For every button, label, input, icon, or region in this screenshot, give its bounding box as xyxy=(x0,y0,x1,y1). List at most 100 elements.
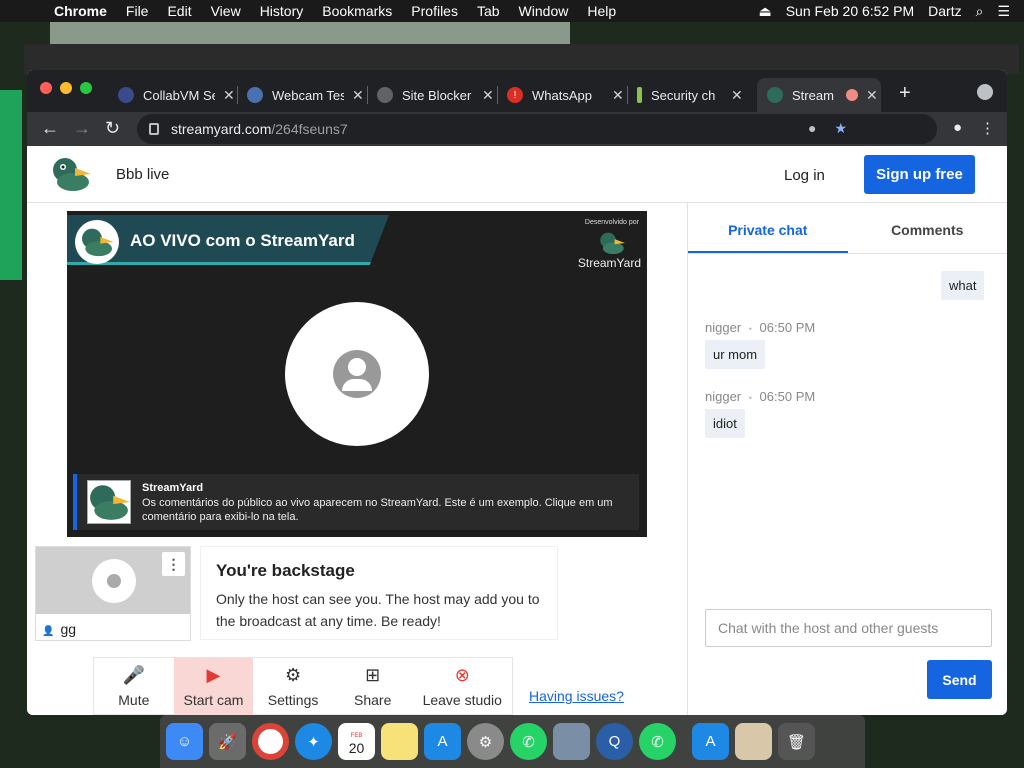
having-issues-link[interactable]: Having issues? xyxy=(529,688,624,704)
menu-profiles[interactable]: Profiles xyxy=(411,3,458,19)
profile-icon[interactable]: ● xyxy=(953,119,962,137)
menu-tab[interactable]: Tab xyxy=(477,3,500,19)
back-arrow-icon[interactable]: ← xyxy=(41,118,59,139)
minimize-window-button[interactable] xyxy=(60,82,72,94)
chrome-icon[interactable] xyxy=(252,723,289,760)
more-options-icon[interactable]: ⋮ xyxy=(162,552,185,576)
whatsapp-app-icon[interactable]: ✆ xyxy=(639,723,676,760)
share-button[interactable]: ⊞ Share xyxy=(333,658,413,715)
featured-comment[interactable]: StreamYard Os comentários do público ao … xyxy=(73,474,639,530)
tab-separator xyxy=(367,86,368,104)
chat-message-meta: nigger • 06:50 PM xyxy=(705,320,815,335)
chat-author: nigger xyxy=(705,320,742,335)
lock-icon[interactable] xyxy=(149,123,159,135)
safari-icon[interactable]: ✦ xyxy=(295,723,332,760)
menu-file[interactable]: File xyxy=(126,3,149,19)
reload-icon[interactable]: ↻ xyxy=(105,118,120,139)
streamyard-logo-icon xyxy=(53,158,91,191)
close-window-button[interactable] xyxy=(40,82,52,94)
bookmark-star-icon[interactable]: ★ xyxy=(834,120,847,137)
microphone-icon[interactable]: ● xyxy=(808,120,816,137)
forward-arrow-icon[interactable]: → xyxy=(73,118,91,139)
maximize-window-button[interactable] xyxy=(80,82,92,94)
tab-streamyard-active[interactable]: Stream ✕ xyxy=(757,78,881,112)
chat-message-meta: nigger • 06:50 PM xyxy=(705,389,815,404)
streamyard-page: Bbb live Log in Sign up free AO VIVO com… xyxy=(27,146,1007,715)
chat-message: ur mom xyxy=(705,340,766,369)
background-window-top xyxy=(50,22,570,44)
chat-input[interactable] xyxy=(705,609,992,647)
quicktime-icon[interactable]: Q xyxy=(596,723,633,760)
chat-tabs: Private chat Comments xyxy=(688,203,1007,254)
participant-avatar xyxy=(285,302,429,446)
preview-icon[interactable] xyxy=(553,723,590,760)
menu-view[interactable]: View xyxy=(211,3,241,19)
studio-controls: 🎤 Mute ▶ Start cam ⚙ Settings ⊞ Share ⊗ … xyxy=(93,657,513,715)
tab-close-icon[interactable]: ✕ xyxy=(612,87,624,104)
page-header: Bbb live Log in Sign up free xyxy=(27,146,1007,203)
app-store-icon[interactable]: A xyxy=(424,723,461,760)
mute-button[interactable]: 🎤 Mute xyxy=(94,658,174,715)
stage-banner: AO VIVO com o StreamYard xyxy=(67,215,389,265)
whatsapp-icon[interactable]: ✆ xyxy=(510,723,547,760)
menu-history[interactable]: History xyxy=(260,3,304,19)
menu-window[interactable]: Window xyxy=(519,3,569,19)
tab-close-icon[interactable]: ✕ xyxy=(482,87,494,104)
menu-help[interactable]: Help xyxy=(587,3,616,19)
settings-button[interactable]: ⚙ Settings xyxy=(253,658,333,715)
signup-button[interactable]: Sign up free xyxy=(864,155,975,194)
self-preview-tile: ⋮ 👤 gg xyxy=(35,546,191,641)
backstage-notice: You're backstage Only the host can see y… xyxy=(200,546,558,640)
tab-search-icon[interactable] xyxy=(977,84,993,100)
chat-panel: Private chat Comments what nigger • 06:5… xyxy=(687,203,1007,715)
system-preferences-icon[interactable]: ⚙ xyxy=(467,723,504,760)
menu-user[interactable]: Dartz xyxy=(928,3,961,19)
share-screen-icon: ⊞ xyxy=(365,665,381,685)
tab-close-icon[interactable]: ✕ xyxy=(866,87,878,104)
spotlight-search-icon[interactable]: ⌕ xyxy=(976,3,984,20)
tab-close-icon[interactable]: ✕ xyxy=(731,87,743,104)
menu-clock[interactable]: Sun Feb 20 6:52 PM xyxy=(786,3,914,19)
tab-whatsapp[interactable]: ! WhatsApp ✕ xyxy=(507,78,624,112)
calendar-icon[interactable]: FEB 20 xyxy=(338,723,375,760)
meta-separator: • xyxy=(748,324,752,334)
chat-message: idiot xyxy=(705,409,745,438)
tab-collabvm[interactable]: CollabVM Se ✕ xyxy=(118,78,235,112)
new-tab-icon[interactable]: + xyxy=(899,82,911,105)
user-icon xyxy=(333,350,381,398)
start-cam-button[interactable]: ▶ Start cam xyxy=(173,658,254,715)
trash-icon[interactable]: 🗑 xyxy=(778,723,815,760)
self-name: gg xyxy=(60,621,77,637)
menu-app-name[interactable]: Chrome xyxy=(54,3,107,19)
microphone-icon: 🎤 xyxy=(122,665,146,685)
chat-message-own: what xyxy=(941,271,985,300)
tab-comments[interactable]: Comments xyxy=(848,203,1008,253)
app-store-downloads-icon[interactable]: A xyxy=(692,723,729,760)
finder-icon[interactable]: ☺ xyxy=(166,723,203,760)
leave-studio-button[interactable]: ⊗ Leave studio xyxy=(413,658,513,715)
user-icon xyxy=(92,559,136,603)
tab-security-check[interactable]: Security ch ✕ xyxy=(637,78,743,112)
send-button[interactable]: Send xyxy=(927,660,992,699)
tab-favicon-icon xyxy=(118,87,134,103)
address-bar[interactable]: streamyard.com/264fseuns7 ● ★ xyxy=(137,114,937,144)
control-center-icon[interactable]: ☰ xyxy=(997,3,1010,20)
duck-icon xyxy=(82,228,114,257)
eject-icon[interactable]: ⏏ xyxy=(758,3,771,20)
macos-dock: ☺ 🚀 ✦ FEB 20 A ⚙ ✆ Q ✆ A 🗑 xyxy=(160,715,865,768)
launchpad-icon[interactable]: 🚀 xyxy=(209,723,246,760)
person-icon: 👤 xyxy=(42,626,55,637)
tab-private-chat[interactable]: Private chat xyxy=(688,203,848,253)
tab-close-icon[interactable]: ✕ xyxy=(352,87,364,104)
tab-title: CollabVM Se xyxy=(143,87,215,103)
tab-webcam-test[interactable]: Webcam Tes ✕ xyxy=(247,78,364,112)
menu-bookmarks[interactable]: Bookmarks xyxy=(322,3,392,19)
chat-time: 06:50 PM xyxy=(759,389,816,404)
menu-edit[interactable]: Edit xyxy=(167,3,191,19)
tab-close-icon[interactable]: ✕ xyxy=(223,87,235,104)
login-button[interactable]: Log in xyxy=(784,167,825,184)
document-icon[interactable] xyxy=(735,723,772,760)
notes-icon[interactable] xyxy=(381,723,418,760)
chrome-menu-icon[interactable]: ⋮ xyxy=(980,119,995,137)
tab-site-blocker[interactable]: Site Blocker ✕ xyxy=(377,78,494,112)
